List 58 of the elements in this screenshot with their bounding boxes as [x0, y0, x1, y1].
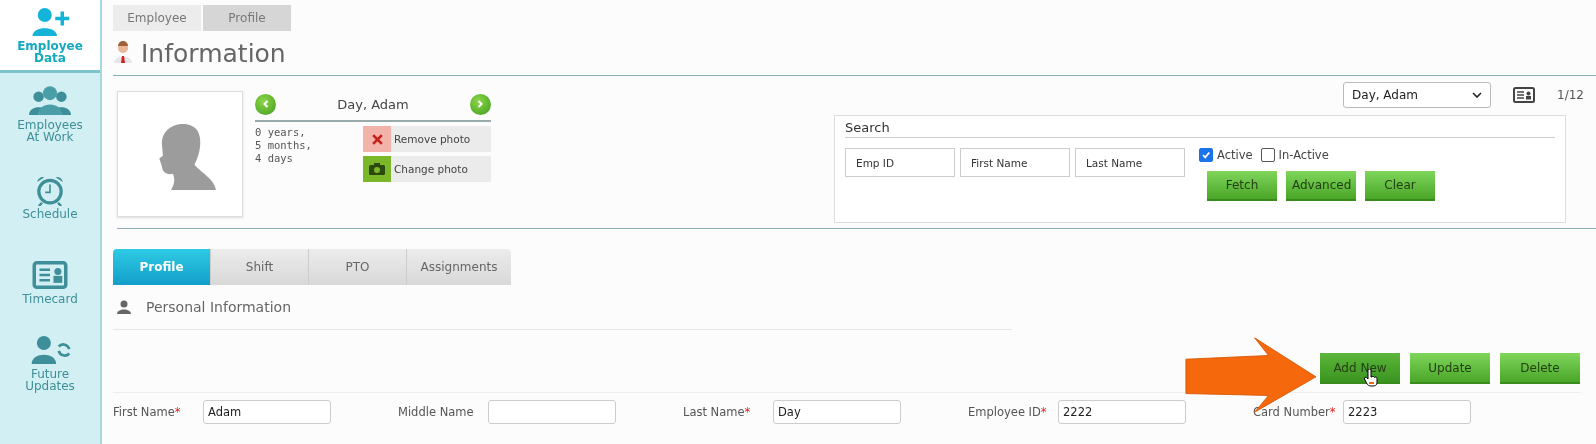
- sidebar-item[interactable]: Future Updates: [0, 325, 100, 401]
- sidebar-label: Timecard: [21, 293, 79, 305]
- input-field[interactable]: 2222: [1058, 400, 1186, 424]
- checkbox[interactable]: [1260, 148, 1275, 162]
- employee-select[interactable]: Day, Adam: [1343, 82, 1492, 108]
- field-label: Card Number*: [1253, 405, 1337, 419]
- sidebar-item[interactable]: Schedule: [0, 155, 100, 239]
- person-icon: [117, 300, 131, 314]
- field-label: Employee ID*: [968, 405, 1048, 419]
- employee-icon: [113, 41, 133, 65]
- previous-button[interactable]: [255, 93, 276, 115]
- input-field[interactable]: 2223: [1343, 400, 1471, 424]
- field-label: Last Name*: [683, 405, 752, 419]
- search-action-button[interactable]: Clear: [1365, 171, 1435, 201]
- employee-name: Day, Adam: [337, 96, 409, 112]
- field-label: Middle Name: [398, 405, 475, 419]
- photo-action-button[interactable]: Remove photo: [363, 126, 491, 152]
- search-title: Search: [845, 120, 1555, 138]
- action-button[interactable]: Update: [1410, 353, 1490, 384]
- checkmark-icon: [1201, 150, 1211, 160]
- camera-icon: [369, 163, 385, 175]
- checkbox-label: In-Active: [1278, 148, 1329, 162]
- id-card-icon[interactable]: [1513, 87, 1536, 103]
- search-field[interactable]: Last Name: [1075, 148, 1185, 177]
- sidebar-item[interactable]: Employee Data: [0, 0, 100, 73]
- tab[interactable]: Assignments: [407, 249, 511, 285]
- sidebar-label: Future Updates: [24, 368, 76, 392]
- caret-icon: [1472, 92, 1483, 98]
- next-button[interactable]: [470, 93, 491, 115]
- section-title: Personal Information: [146, 299, 291, 315]
- tab[interactable]: Shift: [211, 249, 309, 285]
- tenure-text: 0 years, 5 months, 4 days: [255, 126, 312, 166]
- photo-action-button[interactable]: Change photo: [363, 156, 491, 182]
- action-button[interactable]: Add New: [1320, 353, 1400, 384]
- input-field[interactable]: [488, 400, 616, 424]
- search-field[interactable]: First Name: [960, 148, 1070, 177]
- person-sync-icon: [29, 334, 71, 366]
- checkbox[interactable]: [1199, 148, 1213, 162]
- sidebar-label: Schedule: [21, 208, 79, 220]
- field-label: First Name*: [113, 405, 182, 419]
- sidebar-label: Employees At Work: [16, 119, 84, 143]
- sidebar-item[interactable]: Timecard: [0, 239, 100, 325]
- action-button[interactable]: Delete: [1500, 353, 1580, 384]
- breadcrumb-item[interactable]: Employee: [113, 5, 201, 31]
- tab[interactable]: PTO: [309, 249, 407, 285]
- input-field[interactable]: Day: [773, 400, 901, 424]
- breadcrumb-item[interactable]: Profile: [203, 5, 291, 31]
- search-action-button[interactable]: Fetch: [1207, 171, 1277, 201]
- search-action-button[interactable]: Advanced: [1286, 171, 1356, 201]
- search-field[interactable]: Emp ID: [845, 148, 955, 177]
- page-title: Information: [141, 38, 286, 68]
- sidebar-item[interactable]: Employees At Work: [0, 73, 100, 155]
- input-field[interactable]: Adam: [203, 400, 331, 424]
- close-icon: [370, 132, 384, 146]
- sidebar-label: Employee Data: [16, 40, 84, 64]
- group-icon: [29, 85, 71, 117]
- checkbox-label: Active: [1217, 148, 1253, 162]
- record-counter: 1/12: [1557, 88, 1584, 102]
